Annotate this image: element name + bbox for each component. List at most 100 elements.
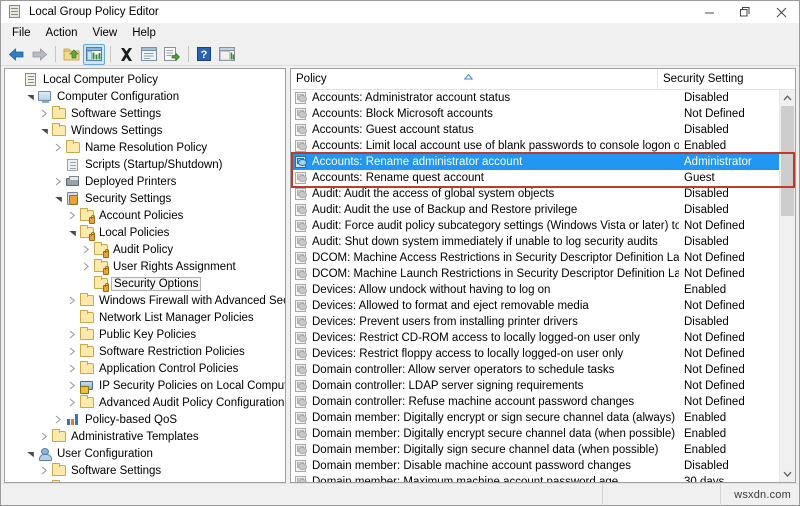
policy-row[interactable]: Audit: Audit the access of global system…	[291, 186, 779, 202]
policy-row[interactable]: Devices: Restrict floppy access to local…	[291, 346, 779, 362]
policy-row[interactable]: Audit: Audit the use of Backup and Resto…	[291, 202, 779, 218]
tree-item-policy-based-qos[interactable]: Policy-based QoS	[5, 411, 285, 428]
chevron-right-icon[interactable]	[51, 411, 65, 428]
menu-help[interactable]: Help	[125, 25, 164, 41]
chevron-right-icon[interactable]	[79, 258, 93, 275]
policy-row[interactable]: Devices: Prevent users from installing p…	[291, 314, 779, 330]
tree-item-label: Administrative Templates	[71, 430, 199, 443]
chevron-right-icon[interactable]	[65, 394, 79, 411]
tree-item-local-policies[interactable]: Local Policies	[5, 224, 285, 241]
chevron-right-icon[interactable]	[51, 173, 65, 190]
tree-item-audit-policy[interactable]: Audit Policy	[5, 241, 285, 258]
menu-file[interactable]: File	[5, 25, 39, 41]
chevron-right-icon[interactable]	[37, 105, 51, 122]
policy-row[interactable]: DCOM: Machine Launch Restrictions in Sec…	[291, 266, 779, 282]
policy-row[interactable]: Domain member: Digitally sign secure cha…	[291, 442, 779, 458]
console-tree-pane[interactable]: Local Computer Policy Computer Configurat…	[4, 68, 286, 483]
toolbar-separator	[110, 46, 111, 62]
policy-row[interactable]: Devices: Restrict CD-ROM access to local…	[291, 330, 779, 346]
tree-item-administrative-templates[interactable]: Administrative Templates	[5, 428, 285, 445]
policy-row[interactable]: Domain member: Maximum machine account p…	[291, 474, 779, 482]
tree-item-account-policies[interactable]: Account Policies	[5, 207, 285, 224]
chevron-right-icon[interactable]	[65, 292, 79, 309]
policy-row[interactable]: Devices: Allowed to format and eject rem…	[291, 298, 779, 314]
policy-row[interactable]: Accounts: Block Microsoft accounts Not De…	[291, 106, 779, 122]
tree-item-computer-configuration[interactable]: Computer Configuration	[5, 88, 285, 105]
tree-item-name-resolution-policy[interactable]: Name Resolution Policy	[5, 139, 285, 156]
column-header-policy[interactable]: Policy	[291, 69, 658, 89]
policy-row[interactable]: DCOM: Machine Access Restrictions in Sec…	[291, 250, 779, 266]
policy-row[interactable]: Domain controller: Allow server operator…	[291, 362, 779, 378]
tree-item-software-settings[interactable]: Software Settings	[5, 462, 285, 479]
chevron-right-icon[interactable]	[65, 343, 79, 360]
tree-item-security-options[interactable]: Security Options	[5, 275, 285, 292]
chevron-right-icon[interactable]	[37, 462, 51, 479]
policy-setting-icon	[294, 379, 308, 393]
delete-icon[interactable]	[115, 44, 137, 65]
chevron-right-icon[interactable]	[51, 139, 65, 156]
policy-row[interactable]: Audit: Force audit policy subcategory se…	[291, 218, 779, 234]
tree-item-user-rights-assignment[interactable]: User Rights Assignment	[5, 258, 285, 275]
show-hide-console-tree-icon[interactable]	[83, 43, 105, 65]
policy-row[interactable]: Accounts: Guest account status Disabled	[291, 122, 779, 138]
policy-row[interactable]: Accounts: Rename quest account Guest	[291, 170, 779, 186]
minimize-button[interactable]	[691, 1, 727, 23]
tree-item-label: Audit Policy	[113, 243, 174, 256]
chevron-right-icon[interactable]	[65, 207, 79, 224]
close-button[interactable]	[763, 1, 799, 23]
policy-setting-icon	[294, 219, 308, 233]
tree-item-security-settings[interactable]: Security Settings	[5, 190, 285, 207]
policy-row[interactable]: Audit: Shut down system immediately if u…	[291, 234, 779, 250]
tree-item-software-restriction-policies[interactable]: Software Restriction Policies	[5, 343, 285, 360]
chevron-down-icon[interactable]	[23, 445, 37, 462]
chevron-right-icon[interactable]	[65, 377, 79, 394]
maximize-restore-button[interactable]	[727, 1, 763, 23]
policy-row[interactable]: Domain member: Disable machine account p…	[291, 458, 779, 474]
chevron-down-icon[interactable]	[37, 122, 51, 139]
export-list-icon[interactable]	[161, 44, 183, 65]
scroll-down-button[interactable]	[780, 466, 795, 482]
tree-item-windows-firewall-with-advanced-security[interactable]: Windows Firewall with Advanced Security	[5, 292, 285, 309]
show-hide-action-pane-icon[interactable]	[216, 44, 238, 65]
chevron-right-icon[interactable]	[65, 326, 79, 343]
policy-row[interactable]: Devices: Allow undock without having to …	[291, 282, 779, 298]
chevron-right-icon[interactable]	[79, 241, 93, 258]
forward-icon[interactable]	[28, 44, 50, 65]
chevron-down-icon[interactable]	[65, 224, 79, 241]
policy-row[interactable]: Accounts: Rename administrator account Ad…	[291, 154, 779, 170]
tree-item-ip-security-policies-on-local-computer[interactable]: IP Security Policies on Local Computer	[5, 377, 285, 394]
tree-item-network-list-manager-policies[interactable]: Network List Manager Policies	[5, 309, 285, 326]
menu-action[interactable]: Action	[39, 25, 86, 41]
chevron-down-icon[interactable]	[23, 88, 37, 105]
column-header-security-setting[interactable]: Security Setting	[658, 69, 795, 89]
chevron-right-icon[interactable]	[37, 428, 51, 445]
tree-item-scripts-startup-shutdown[interactable]: Scripts (Startup/Shutdown)	[5, 156, 285, 173]
tree-item-deployed-printers[interactable]: Deployed Printers	[5, 173, 285, 190]
scrollbar-track[interactable]	[780, 106, 795, 466]
tree-item-windows-settings[interactable]: Windows Settings	[5, 122, 285, 139]
tree-item-public-key-policies[interactable]: Public Key Policies	[5, 326, 285, 343]
policy-row[interactable]: Domain controller: LDAP server signing r…	[291, 378, 779, 394]
chevron-down-icon[interactable]	[51, 190, 65, 207]
policy-row[interactable]: Domain member: Digitally encrypt or sign…	[291, 410, 779, 426]
tree-item-user-configuration[interactable]: User Configuration	[5, 445, 285, 462]
policy-row[interactable]: Domain controller: Refuse machine accoun…	[291, 394, 779, 410]
tree-item-advanced-audit-policy-configuration[interactable]: Advanced Audit Policy Configuration	[5, 394, 285, 411]
policy-name-cell: Audit: Force audit policy subcategory se…	[312, 220, 679, 232]
tree-item-software-settings[interactable]: Software Settings	[5, 105, 285, 122]
up-folder-icon[interactable]	[60, 44, 82, 65]
policy-row[interactable]: Accounts: Administrator account status Di…	[291, 90, 779, 106]
tree-item-application-control-policies[interactable]: Application Control Policies	[5, 360, 285, 377]
properties-icon[interactable]	[138, 44, 160, 65]
scrollbar-thumb[interactable]	[781, 106, 794, 216]
vertical-scrollbar[interactable]	[779, 90, 795, 482]
back-icon[interactable]	[5, 44, 27, 65]
policy-row[interactable]: Domain member: Digitally encrypt secure …	[291, 426, 779, 442]
policy-row[interactable]: Accounts: Limit local account use of bla…	[291, 138, 779, 154]
policy-rows: Accounts: Administrator account status Di…	[291, 90, 779, 482]
scroll-up-button[interactable]	[780, 90, 795, 106]
chevron-right-icon[interactable]	[65, 360, 79, 377]
tree-item-local-computer-policy[interactable]: Local Computer Policy	[5, 71, 285, 88]
menu-view[interactable]: View	[86, 25, 126, 41]
help-icon[interactable]: ?	[193, 44, 215, 65]
